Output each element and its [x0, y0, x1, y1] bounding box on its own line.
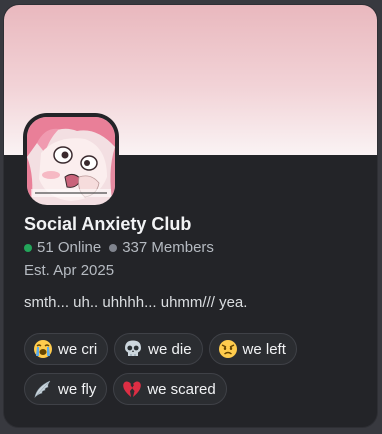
- members-dot-icon: [109, 244, 118, 252]
- broken-heart-icon: [123, 381, 142, 397]
- server-icon-frame[interactable]: [23, 113, 119, 209]
- online-count: 51 Online: [37, 239, 102, 256]
- established-date: Est. Apr 2025: [24, 262, 115, 279]
- tag-label: we fly: [58, 380, 97, 398]
- angry-face-icon: [218, 340, 237, 358]
- member-count: 337 Members: [122, 239, 214, 256]
- tag-label: we scared: [147, 380, 216, 398]
- server-tags: we cri we die we left we fly we scared: [24, 333, 364, 405]
- tag-label: we left: [242, 340, 286, 358]
- online-status-dot-icon: [24, 244, 32, 252]
- tag-we-left[interactable]: we left: [208, 333, 297, 365]
- wing-icon: [34, 380, 51, 398]
- loudly-crying-face-icon: [34, 340, 52, 358]
- online-stat: 51 Online: [24, 238, 101, 258]
- server-name: Social Anxiety Club: [24, 214, 192, 234]
- server-description: smth... uh.. uhhhh... uhmm/// yea.: [24, 294, 248, 311]
- tag-label: we cri: [58, 340, 98, 358]
- tag-we-die[interactable]: we die: [114, 333, 203, 365]
- tag-we-scared[interactable]: we scared: [113, 373, 227, 405]
- tag-we-cri[interactable]: we cri: [24, 333, 109, 365]
- server-avatar-icon: [27, 117, 115, 205]
- tag-we-fly[interactable]: we fly: [24, 373, 108, 405]
- members-stat: 337 Members: [109, 238, 214, 258]
- tag-label: we die: [148, 340, 192, 358]
- server-profile-card: Social Anxiety Club 51 Online 337 Member…: [3, 4, 378, 428]
- skull-icon: [125, 340, 142, 356]
- server-stats: 51 Online 337 Members: [24, 238, 222, 258]
